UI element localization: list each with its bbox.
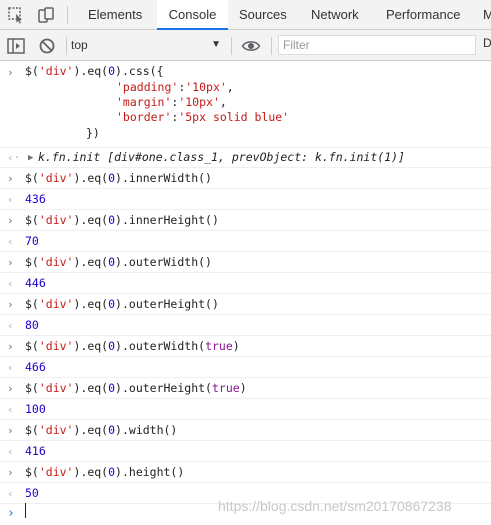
console-code-line: 'padding':'10px',: [116, 80, 234, 94]
filter-input[interactable]: [278, 35, 476, 55]
toolbar-divider: [67, 6, 68, 24]
result-value: 436: [25, 192, 46, 206]
show-sidebar-icon[interactable]: [6, 36, 26, 56]
tab-label: M: [483, 7, 491, 22]
input-chevron-icon: ›: [7, 256, 14, 269]
input-chevron-icon: ›: [7, 214, 14, 227]
result-value: 50: [25, 486, 39, 500]
tab-performance[interactable]: Performance: [386, 0, 460, 30]
console-result-entry: ‹ 446: [0, 273, 491, 294]
expand-triangle-icon[interactable]: ▶: [28, 151, 33, 166]
device-toolbar-icon[interactable]: [36, 5, 56, 25]
console-result-entry: ‹ 466: [0, 357, 491, 378]
console-result-entry: ‹ 436: [0, 189, 491, 210]
console-code-line: $('div').eq(0).outerWidth(): [25, 255, 212, 269]
console-code-line: $('div').eq(0).width(): [25, 423, 178, 437]
context-value: top: [71, 38, 88, 52]
input-chevron-icon: ›: [7, 340, 14, 353]
tab-label: Elements: [88, 7, 143, 22]
toolbar-divider: [271, 37, 272, 55]
console-result-entry: ‹ 80: [0, 315, 491, 336]
object-preview[interactable]: k.fn.init [div#one.class_1, prevObject: …: [38, 150, 405, 165]
console-code-line: $('div').eq(0).outerHeight(): [25, 297, 219, 311]
tab-elements[interactable]: Elements: [88, 0, 142, 30]
watermark: https://blog.csdn.net/sm20170867238: [218, 498, 452, 514]
console-code-line: 'border':'5px solid blue': [116, 110, 290, 124]
tab-memory-truncated[interactable]: M: [483, 0, 491, 30]
result-value: 80: [25, 318, 39, 332]
console-input-entry: › $('div').eq(0).outerHeight(): [0, 294, 491, 315]
console-input-entry: › $('div').eq(0).innerWidth(): [0, 168, 491, 189]
toolbar-divider: [231, 37, 232, 55]
console-input-entry: › $('div').eq(0).outerWidth(true): [0, 336, 491, 357]
output-chevron-icon: ‹: [7, 487, 14, 500]
console-code-line: 'margin':'10px',: [116, 95, 227, 109]
toolbar-divider: [66, 37, 67, 55]
console-result-entry: ‹ 100: [0, 399, 491, 420]
console-result-entry: ‹ 70: [0, 231, 491, 252]
output-chevron-icon: ‹: [7, 235, 14, 248]
console-input-entry: › $('div').eq(0).outerWidth(): [0, 252, 491, 273]
console-result-entry: ‹· ▶ k.fn.init [div#one.class_1, prevObj…: [0, 148, 491, 168]
console-input-entry: › $('div').eq(0).outerHeight(true): [0, 378, 491, 399]
console-toolbar: top ▼ D: [0, 30, 491, 61]
inspect-element-icon[interactable]: [6, 5, 26, 25]
console-output: › $('div').eq(0).css({ 'padding':'10px',…: [0, 61, 491, 525]
console-input-entry: › $('div').eq(0).innerHeight(): [0, 210, 491, 231]
output-chevron-icon: ‹: [7, 445, 14, 458]
tab-sources[interactable]: Sources: [239, 0, 287, 30]
console-input-entry: › $('div').eq(0).css({ 'padding':'10px',…: [0, 61, 491, 148]
devtools-tab-bar: Elements Console Sources Network Perform…: [0, 0, 491, 30]
dropdown-arrow-icon: ▼: [211, 39, 221, 50]
console-code-line: $('div').eq(0).outerWidth(true): [25, 339, 240, 353]
console-input-entry: › $('div').eq(0).width(): [0, 420, 491, 441]
eye-icon[interactable]: [241, 36, 261, 56]
prompt-chevron-icon: ›: [7, 506, 15, 521]
clear-console-icon[interactable]: [37, 36, 57, 56]
console-code-line: $('div').eq(0).height(): [25, 465, 185, 479]
console-input-entry: › $('div').eq(0).height(): [0, 462, 491, 483]
console-code-line: $('div').eq(0).innerWidth(): [25, 171, 212, 185]
result-value: 100: [25, 402, 46, 416]
tab-label: Sources: [239, 7, 287, 22]
console-code-line: $('div').eq(0).innerHeight(): [25, 213, 219, 227]
result-value: 70: [25, 234, 39, 248]
result-value: 466: [25, 360, 46, 374]
output-chevron-icon: ‹·: [7, 151, 21, 164]
console-code-line: $('div').eq(0).css({: [25, 64, 164, 78]
input-chevron-icon: ›: [7, 66, 14, 79]
context-selector[interactable]: top ▼: [71, 35, 225, 55]
result-value: 416: [25, 444, 46, 458]
output-chevron-icon: ‹: [7, 403, 14, 416]
input-chevron-icon: ›: [7, 382, 14, 395]
input-chevron-icon: ›: [7, 172, 14, 185]
console-code-line: $('div').eq(0).outerHeight(true): [25, 381, 247, 395]
console-code-line: }): [86, 126, 100, 140]
input-chevron-icon: ›: [7, 298, 14, 311]
tab-console[interactable]: Console: [157, 0, 228, 30]
output-chevron-icon: ‹: [7, 361, 14, 374]
tab-label: Network: [311, 7, 359, 22]
default-levels-truncated[interactable]: D: [483, 36, 491, 50]
console-result-entry: ‹ 416: [0, 441, 491, 462]
tab-network[interactable]: Network: [311, 0, 359, 30]
result-value: 446: [25, 276, 46, 290]
tab-label: Console: [168, 7, 217, 22]
text-caret: [25, 503, 26, 518]
tab-label: Performance: [386, 7, 461, 22]
input-chevron-icon: ›: [7, 466, 14, 479]
input-chevron-icon: ›: [7, 424, 14, 437]
output-chevron-icon: ‹: [7, 193, 14, 206]
output-chevron-icon: ‹: [7, 319, 14, 332]
output-chevron-icon: ‹: [7, 277, 14, 290]
